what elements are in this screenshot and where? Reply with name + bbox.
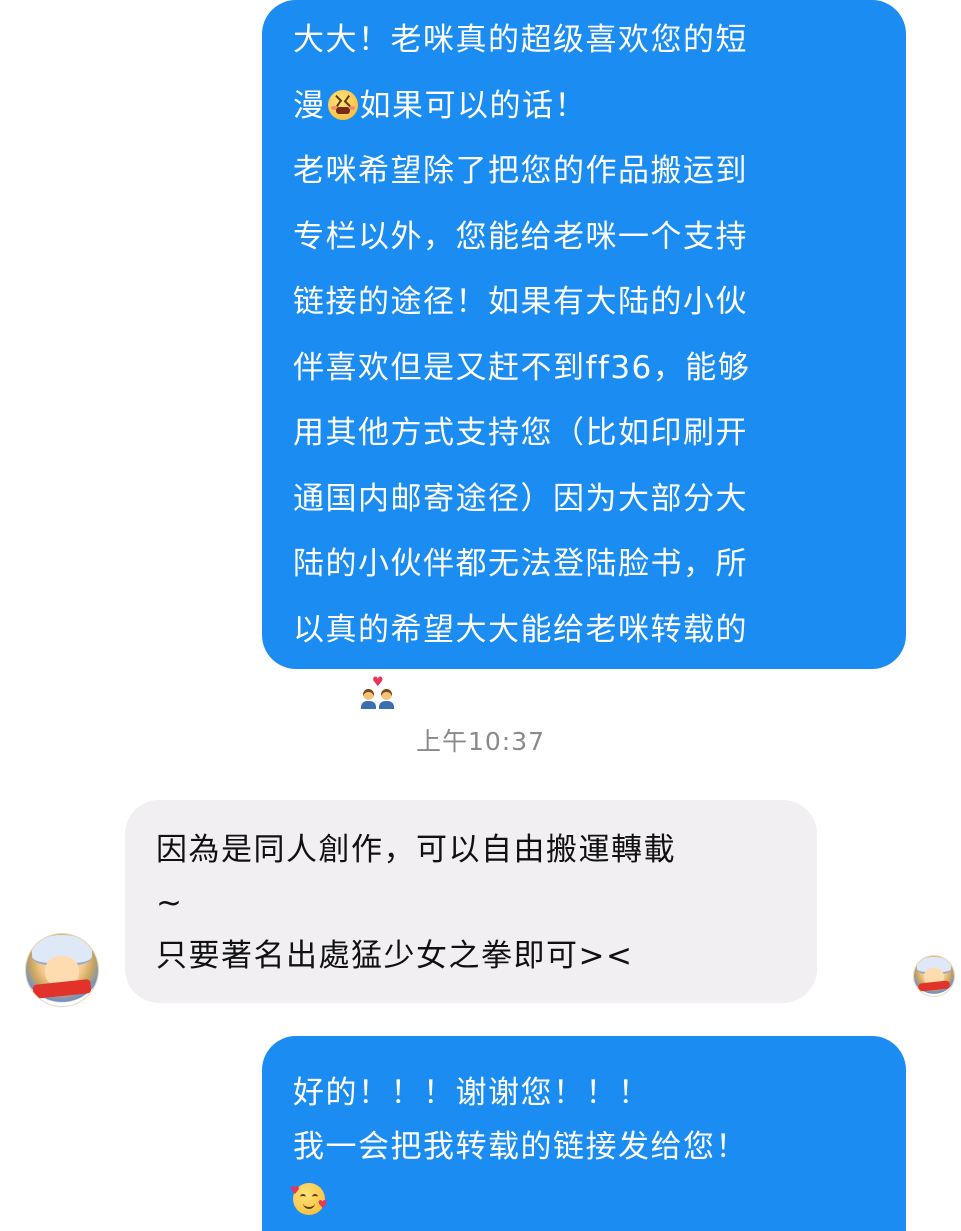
message-line: 老咪希望除了把您的作品搬运到 — [293, 153, 748, 189]
message-line: 大大！老咪真的超级喜欢您的短 — [293, 22, 748, 58]
smiling-face-with-hearts-emoji-icon: ♥ ♥ — [290, 1183, 327, 1215]
read-receipt-avatar — [914, 956, 954, 996]
message-line: 授权 ♥ — [293, 663, 906, 729]
avatar-banner-shape — [32, 978, 92, 999]
message-line: 伴喜欢但是又赶不到ff36，能够 — [293, 349, 751, 386]
message-line: ~ — [156, 885, 184, 921]
incoming-message-bubble[interactable]: 因為是同人創作，可以自由搬運轉載 ~ 只要著名出處猛少女之拳即可>< — [125, 800, 817, 1003]
message-line: 通国内邮寄途径）因为大部分大 — [293, 480, 748, 517]
message-line: 因為是同人創作，可以自由搬運轉載 — [156, 832, 676, 868]
outgoing-message-bubble[interactable]: 好的！！！谢谢您！！！ 我一会把我转载的链接发给您！ ♥ ♥ — [262, 1036, 906, 1231]
message-line: 链接的途径！如果有大陆的小伙 — [293, 284, 748, 320]
couple-with-heart-emoji-icon: ♥ — [360, 676, 396, 709]
message-line: 用其他方式支持您（比如印刷开 — [293, 415, 748, 451]
avatar-banner-shape — [917, 980, 951, 993]
message-text: 漫 — [293, 87, 326, 124]
contact-avatar[interactable] — [26, 934, 98, 1006]
message-line: 漫如果可以的话！ — [293, 74, 906, 140]
message-line: 好的！！！谢谢您！！！ — [293, 1075, 651, 1111]
message-line: 专栏以外，您能给老咪一个支持 — [293, 218, 748, 255]
message-text: 授权 — [293, 677, 358, 713]
message-line: 只要著名出處猛少女之拳即可>< — [156, 938, 634, 974]
message-timestamp: 上午10:37 — [415, 727, 546, 756]
outgoing-message-bubble[interactable]: 大大！老咪真的超级喜欢您的短 漫如果可以的话！ 老咪希望除了把您的作品搬运到 专… — [262, 0, 906, 713]
tired-face-emoji-icon — [327, 89, 358, 120]
message-line: 以真的希望大大能给老咪转载的 — [293, 611, 748, 648]
message-line: 我一会把我转载的链接发给您！ — [293, 1129, 748, 1165]
message-line: 陆的小伙伴都无法登陆脸书，所 — [293, 546, 748, 582]
message-line: ♥ ♥ — [290, 1174, 906, 1228]
message-text: 如果可以的话！ — [359, 87, 587, 124]
